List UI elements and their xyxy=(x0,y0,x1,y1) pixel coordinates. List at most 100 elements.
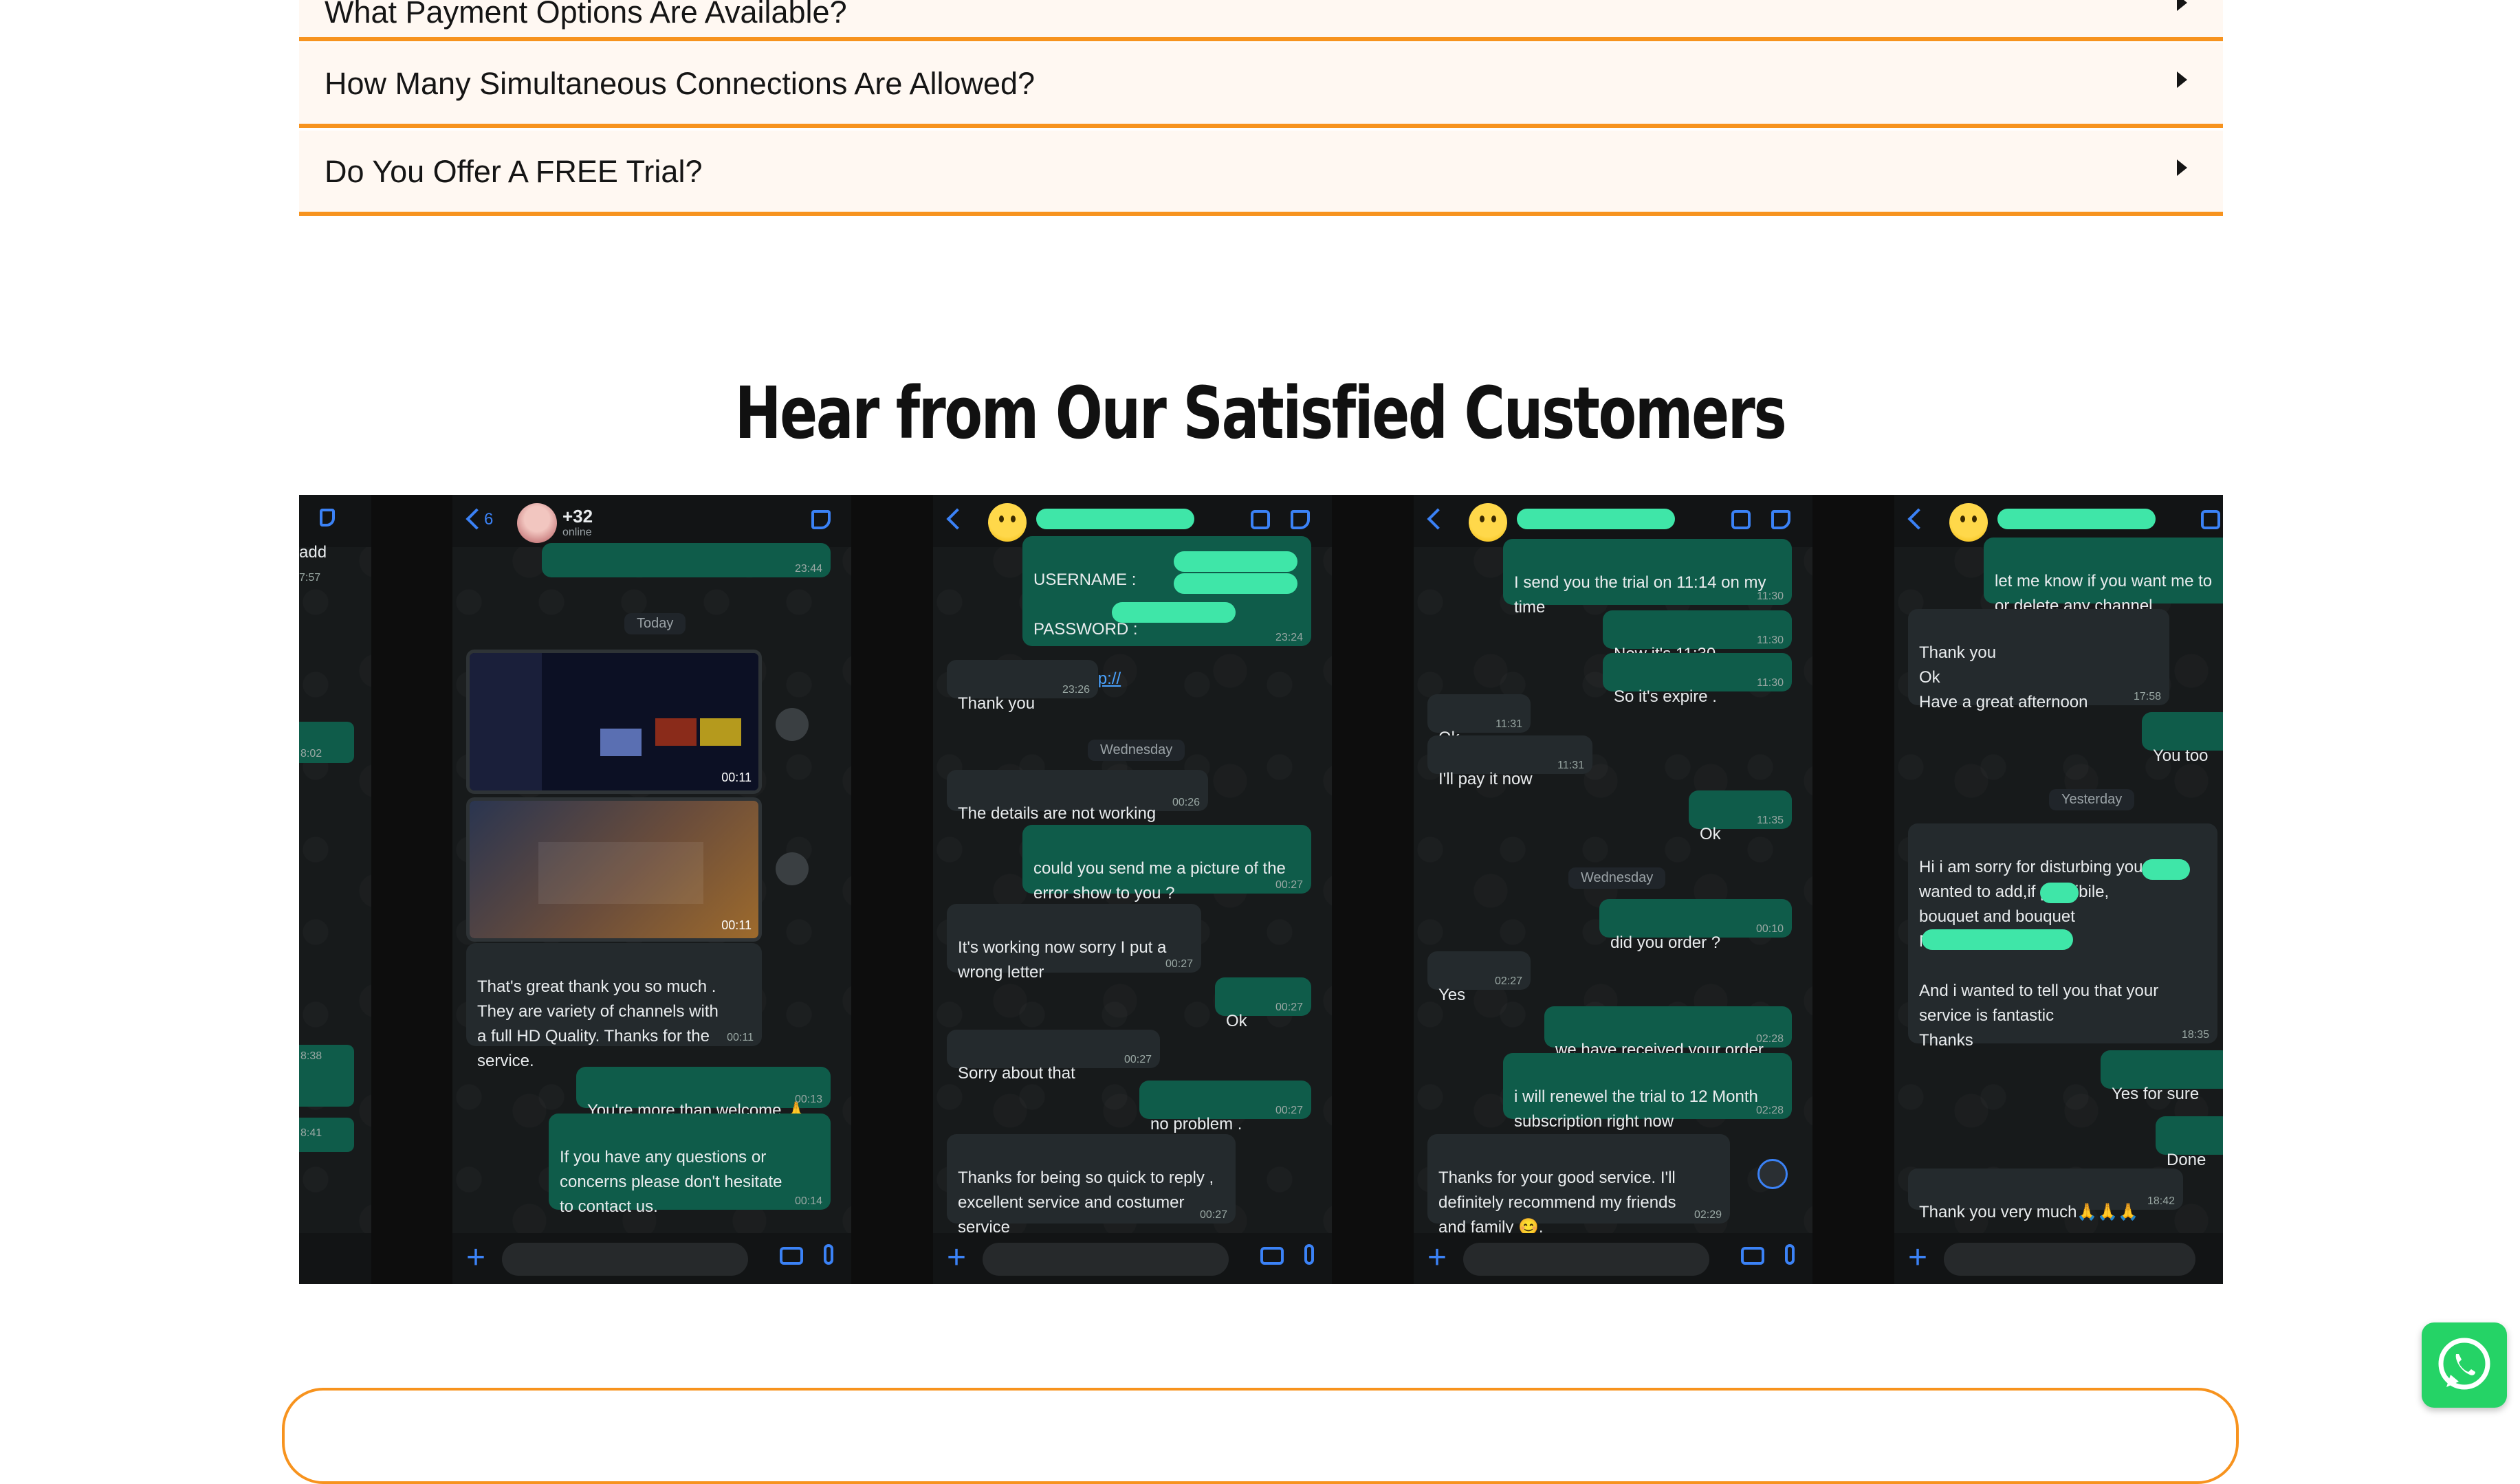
chat-bubble: If you have any questions or concerns pl… xyxy=(549,1114,831,1216)
message-text: Sorry about that xyxy=(958,1064,1075,1083)
message-text: Thanks for being so quick to reply , exc… xyxy=(958,1169,1214,1237)
plus-icon: + xyxy=(1908,1239,1928,1276)
chat-bubble: I'll pay it now 11:31 xyxy=(1427,735,1592,788)
message-time: 18:35 xyxy=(2181,1029,2209,1041)
message-time: 11:31 xyxy=(1495,718,1522,730)
credentials-bubble: USERNAME : PASSWORD : URL : http:// 23:2… xyxy=(1022,536,1311,688)
message-text: Thanks for your good service. I'll defin… xyxy=(1438,1169,1676,1237)
message-time: 23:44 xyxy=(794,563,822,575)
chat-header: 6 +32 online xyxy=(452,495,851,547)
message-text: You too xyxy=(2153,746,2209,765)
chat-bubble: no problem . 00:27 xyxy=(1139,1081,1311,1133)
message-text: That's great thank you so much . They ar… xyxy=(477,977,719,1070)
contact-number: +32 xyxy=(562,506,593,527)
chat-bubble: Thank you very much🙏🙏🙏 18:42 xyxy=(1908,1169,2183,1221)
message-time: 11:30 xyxy=(1757,634,1784,646)
message-text: Hi i am sorry for disturbing you,I wante… xyxy=(1919,858,2159,1050)
chat-screenshot-4: let me know if you want me to or delete … xyxy=(1894,495,2223,1284)
chat-bubble: Thanks for being so quick to reply , exc… xyxy=(947,1134,1236,1237)
chat-bubble: It's working now sorry I put a wrong let… xyxy=(947,904,1201,982)
message-text: So it's expire . xyxy=(1614,687,1717,706)
plus-icon: + xyxy=(1427,1239,1447,1276)
redacted-contact xyxy=(1997,509,2156,529)
message-time: 11:30 xyxy=(1757,590,1784,602)
partial-time: 8:02 xyxy=(300,748,322,760)
message-text: It's working now sorry I put a wrong let… xyxy=(958,938,1167,982)
chat-footer: + xyxy=(452,1233,851,1284)
message-text: i will renewel the trial to 12 Month sub… xyxy=(1514,1087,1758,1131)
message-text: did you order ? xyxy=(1610,933,1721,952)
phone-icon xyxy=(320,509,335,527)
partial-time: 8:41 xyxy=(300,1127,322,1139)
chat-bubble: Sorry about that 00:27 xyxy=(947,1030,1160,1083)
chat-footer: + xyxy=(1894,1233,2223,1284)
add-call-icon xyxy=(811,510,831,529)
chat-footer: + xyxy=(933,1233,1332,1284)
message-text: Yes for sure xyxy=(2112,1085,2200,1103)
chat-bubble: You too xyxy=(2142,712,2223,765)
day-separator: Today xyxy=(624,613,686,634)
smiley-avatar-icon xyxy=(1949,503,1988,542)
message-time: 00:27 xyxy=(1275,1001,1303,1013)
redacted-text xyxy=(1112,602,1236,623)
partial-bubble: 8:02 xyxy=(299,722,354,763)
chat-bubble: Ok 11:35 xyxy=(1689,790,1792,843)
caret-right-icon xyxy=(2177,71,2187,88)
message-time: 00:27 xyxy=(1199,1209,1227,1221)
scroll-down-icon xyxy=(1757,1159,1788,1189)
chat-screenshot-2: USERNAME : PASSWORD : URL : http:// 23:2… xyxy=(933,495,1332,1284)
back-icon xyxy=(1427,508,1449,530)
avatar xyxy=(517,503,557,543)
chat-bubble: You're more than welcome 🙏 00:13 xyxy=(576,1067,831,1120)
message-input xyxy=(1463,1243,1709,1276)
chat-bubble: Yes 02:27 xyxy=(1427,951,1531,1004)
message-time: 00:11 xyxy=(727,1032,754,1043)
redacted-text xyxy=(1922,929,2073,950)
chat-bubble: Ok 11:31 xyxy=(1427,694,1531,747)
video-call-icon xyxy=(2201,510,2220,529)
chat-bubble: Ok 00:27 xyxy=(1215,977,1311,1030)
chat-bubble: Yes for sure xyxy=(2101,1050,2223,1103)
message-time: 00:27 xyxy=(1124,1054,1152,1065)
faq-item-free-trial[interactable]: Do You Offer A FREE Trial? xyxy=(299,131,2223,216)
mic-icon xyxy=(824,1244,833,1265)
plus-icon: + xyxy=(466,1239,486,1276)
chat-bubble: did you order ? 00:10 xyxy=(1599,899,1792,952)
message-text: I'll pay it now xyxy=(1438,770,1533,788)
message-time: 00:13 xyxy=(794,1094,822,1105)
back-icon xyxy=(946,508,968,530)
caret-right-icon xyxy=(2177,0,2187,11)
chat-bubble: Now it's 11:30 11:30 xyxy=(1603,610,1792,663)
chat-bubble: could you send me a picture of the error… xyxy=(1022,825,1311,902)
faq-item-connections[interactable]: How Many Simultaneous Connections Are Al… xyxy=(299,43,2223,128)
camera-icon xyxy=(780,1247,803,1265)
message-time: 00:10 xyxy=(1755,923,1784,935)
message-text: If you have any questions or concerns pl… xyxy=(560,1148,782,1216)
message-time: 00:26 xyxy=(1172,797,1200,808)
message-time: 23:26 xyxy=(1062,684,1090,696)
whatsapp-icon xyxy=(2438,1338,2490,1390)
message-text: Done xyxy=(2167,1151,2206,1169)
redacted-contact xyxy=(1517,509,1675,529)
whatsapp-button[interactable] xyxy=(2422,1322,2507,1408)
phone-icon xyxy=(1291,510,1310,529)
partial-bubble: 8:38 xyxy=(299,1045,354,1107)
chat-footer xyxy=(299,1233,371,1284)
message-text: no problem . xyxy=(1150,1115,1242,1133)
video-time: 00:11 xyxy=(721,771,752,784)
redacted-text xyxy=(1174,551,1297,572)
chat-bubble: The details are not working 00:26 xyxy=(947,770,1208,823)
chat-bubble: Thank you 23:26 xyxy=(947,660,1098,713)
faq-item-payment[interactable]: What Payment Options Are Available? xyxy=(299,0,2223,41)
message-text: Thank you Ok Have a great afternoon xyxy=(1919,643,2088,711)
mic-icon xyxy=(1785,1244,1795,1265)
message-text: The details are not working xyxy=(958,804,1157,823)
partial-text: add xyxy=(299,543,327,562)
message-time: 02:28 xyxy=(1755,1105,1784,1116)
message-text: Ok xyxy=(1226,1012,1247,1030)
message-time: 23:24 xyxy=(1275,632,1303,643)
redacted-contact xyxy=(1036,509,1194,529)
forward-icon xyxy=(776,708,809,741)
message-time: 11:31 xyxy=(1557,760,1584,771)
chat-bubble: Thanks for your good service. I'll defin… xyxy=(1427,1134,1730,1237)
